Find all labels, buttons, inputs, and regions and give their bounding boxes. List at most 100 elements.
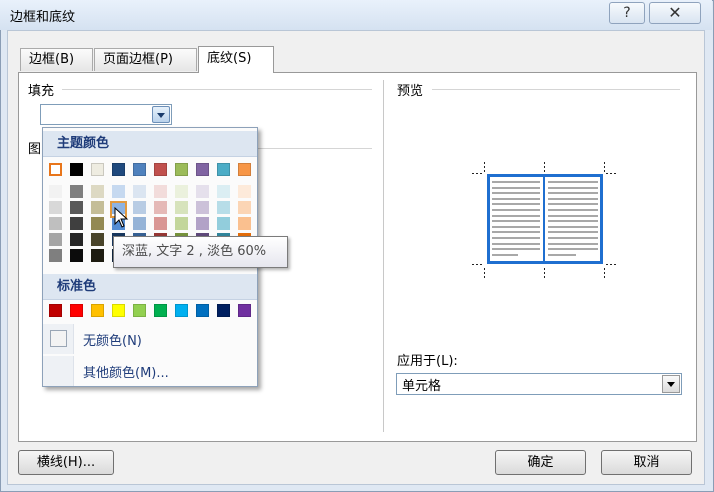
theme-shade-swatch[interactable] bbox=[196, 201, 209, 214]
standard-color-swatch[interactable] bbox=[175, 304, 188, 317]
theme-shade-swatch[interactable] bbox=[217, 217, 230, 230]
preview-text-line bbox=[492, 186, 540, 189]
theme-shade-swatch[interactable] bbox=[49, 201, 62, 214]
theme-shade-swatch[interactable] bbox=[175, 201, 188, 214]
preview-text-line bbox=[548, 186, 598, 189]
theme-shade-swatch[interactable] bbox=[196, 217, 209, 230]
no-color-icon bbox=[50, 330, 67, 347]
theme-shade-swatch[interactable] bbox=[91, 217, 104, 230]
chevron-down-icon[interactable] bbox=[152, 106, 170, 123]
theme-shade-swatch[interactable] bbox=[70, 233, 83, 246]
preview-text-line bbox=[492, 220, 540, 223]
theme-shade-swatch[interactable] bbox=[238, 201, 251, 214]
pattern-group-label: 图 bbox=[28, 142, 42, 157]
preview-text-line bbox=[492, 242, 540, 245]
theme-color-swatch[interactable] bbox=[91, 163, 104, 176]
standard-color-swatch[interactable] bbox=[49, 304, 62, 317]
theme-shade-swatch[interactable] bbox=[217, 201, 230, 214]
theme-shade-swatch[interactable] bbox=[217, 185, 230, 198]
theme-shade-swatch[interactable] bbox=[70, 185, 83, 198]
theme-shade-swatch[interactable] bbox=[133, 185, 146, 198]
theme-shade-swatch[interactable] bbox=[238, 217, 251, 230]
standard-color-swatch[interactable] bbox=[133, 304, 146, 317]
theme-color-swatch[interactable] bbox=[238, 163, 251, 176]
theme-color-swatch[interactable] bbox=[196, 163, 209, 176]
standard-color-swatch[interactable] bbox=[196, 304, 209, 317]
preview-crop-mark bbox=[472, 264, 484, 265]
theme-shade-swatch[interactable] bbox=[49, 217, 62, 230]
no-color-icon-area bbox=[43, 324, 74, 354]
standard-color-swatch[interactable] bbox=[70, 304, 83, 317]
theme-shade-swatch[interactable] bbox=[49, 233, 62, 246]
tab-borders[interactable]: 边框(B) bbox=[20, 48, 93, 71]
theme-shade-swatch[interactable] bbox=[133, 217, 146, 230]
more-colors-option[interactable]: 其他颜色(M)... bbox=[43, 356, 257, 386]
standard-color-swatch[interactable] bbox=[217, 304, 230, 317]
theme-shade-swatch[interactable] bbox=[175, 217, 188, 230]
preview-text-line bbox=[548, 220, 598, 223]
theme-shade-swatch[interactable] bbox=[196, 185, 209, 198]
preview-cell-divider bbox=[543, 177, 545, 261]
standard-color-swatch[interactable] bbox=[238, 304, 251, 317]
preview-crop-mark bbox=[544, 160, 545, 172]
theme-shade-swatch[interactable] bbox=[91, 233, 104, 246]
help-button[interactable]: ? bbox=[609, 2, 645, 24]
preview-divider bbox=[432, 89, 680, 90]
theme-shade-swatch[interactable] bbox=[133, 201, 146, 214]
preview-text-line bbox=[548, 225, 598, 228]
tab-shading[interactable]: 底纹(S) bbox=[198, 46, 274, 73]
theme-shade-swatch[interactable] bbox=[112, 185, 125, 198]
title-bar[interactable] bbox=[0, 0, 712, 30]
theme-shade-swatch[interactable] bbox=[91, 201, 104, 214]
ok-button[interactable]: 确定 bbox=[495, 450, 586, 475]
no-color-option[interactable]: 无颜色(N) bbox=[43, 324, 257, 354]
apply-to-value: 单元格 bbox=[402, 379, 442, 394]
theme-color-swatch[interactable] bbox=[70, 163, 83, 176]
preview-text-line bbox=[492, 225, 540, 228]
no-color-label: 无颜色(N) bbox=[83, 334, 142, 349]
preview-text-line bbox=[492, 203, 540, 206]
theme-color-swatch[interactable] bbox=[133, 163, 146, 176]
theme-shade-swatch[interactable] bbox=[154, 185, 167, 198]
close-button[interactable]: ✕ bbox=[649, 2, 701, 24]
standard-colors-header: 标准色 bbox=[43, 274, 257, 300]
preview-crop-mark bbox=[484, 266, 485, 278]
theme-shade-swatch[interactable] bbox=[91, 249, 104, 262]
preview-crop-mark bbox=[604, 160, 605, 172]
preview-text-line bbox=[492, 237, 540, 239]
standard-color-swatch[interactable] bbox=[154, 304, 167, 317]
preview-crop-mark bbox=[604, 266, 605, 278]
more-colors-label: 其他颜色(M)... bbox=[83, 366, 169, 381]
standard-color-swatch[interactable] bbox=[112, 304, 125, 317]
cancel-button[interactable]: 取消 bbox=[601, 450, 692, 475]
chevron-down-icon[interactable] bbox=[662, 375, 680, 393]
theme-shade-swatch[interactable] bbox=[175, 185, 188, 198]
theme-shade-swatch[interactable] bbox=[70, 249, 83, 262]
preview-crop-mark bbox=[544, 266, 545, 278]
standard-color-swatch[interactable] bbox=[91, 304, 104, 317]
theme-color-swatch[interactable] bbox=[175, 163, 188, 176]
mouse-pointer-icon bbox=[114, 207, 129, 228]
theme-shade-swatch[interactable] bbox=[238, 185, 251, 198]
preview-text-line bbox=[492, 181, 540, 183]
theme-shade-swatch[interactable] bbox=[154, 217, 167, 230]
theme-shade-swatch[interactable] bbox=[154, 201, 167, 214]
preview-text-line bbox=[548, 231, 598, 234]
preview-text-line bbox=[548, 253, 576, 256]
theme-shade-swatch[interactable] bbox=[49, 185, 62, 198]
theme-shade-swatch[interactable] bbox=[49, 249, 62, 262]
preview-label: 预览 bbox=[397, 84, 424, 99]
preview-text-line bbox=[492, 197, 540, 200]
horizontal-line-button[interactable]: 横线(H)... bbox=[18, 450, 114, 475]
preview-text-line bbox=[492, 214, 540, 217]
theme-color-swatch[interactable] bbox=[49, 163, 62, 176]
theme-color-swatch[interactable] bbox=[112, 163, 125, 176]
theme-shade-swatch[interactable] bbox=[70, 201, 83, 214]
theme-color-swatch[interactable] bbox=[154, 163, 167, 176]
theme-shade-swatch[interactable] bbox=[70, 217, 83, 230]
theme-color-swatch[interactable] bbox=[217, 163, 230, 176]
theme-colors-header: 主题颜色 bbox=[43, 131, 257, 157]
tab-page-borders[interactable]: 页面边框(P) bbox=[94, 48, 197, 71]
theme-shade-swatch[interactable] bbox=[91, 185, 104, 198]
dialog-title: 边框和底纹 bbox=[10, 10, 76, 25]
